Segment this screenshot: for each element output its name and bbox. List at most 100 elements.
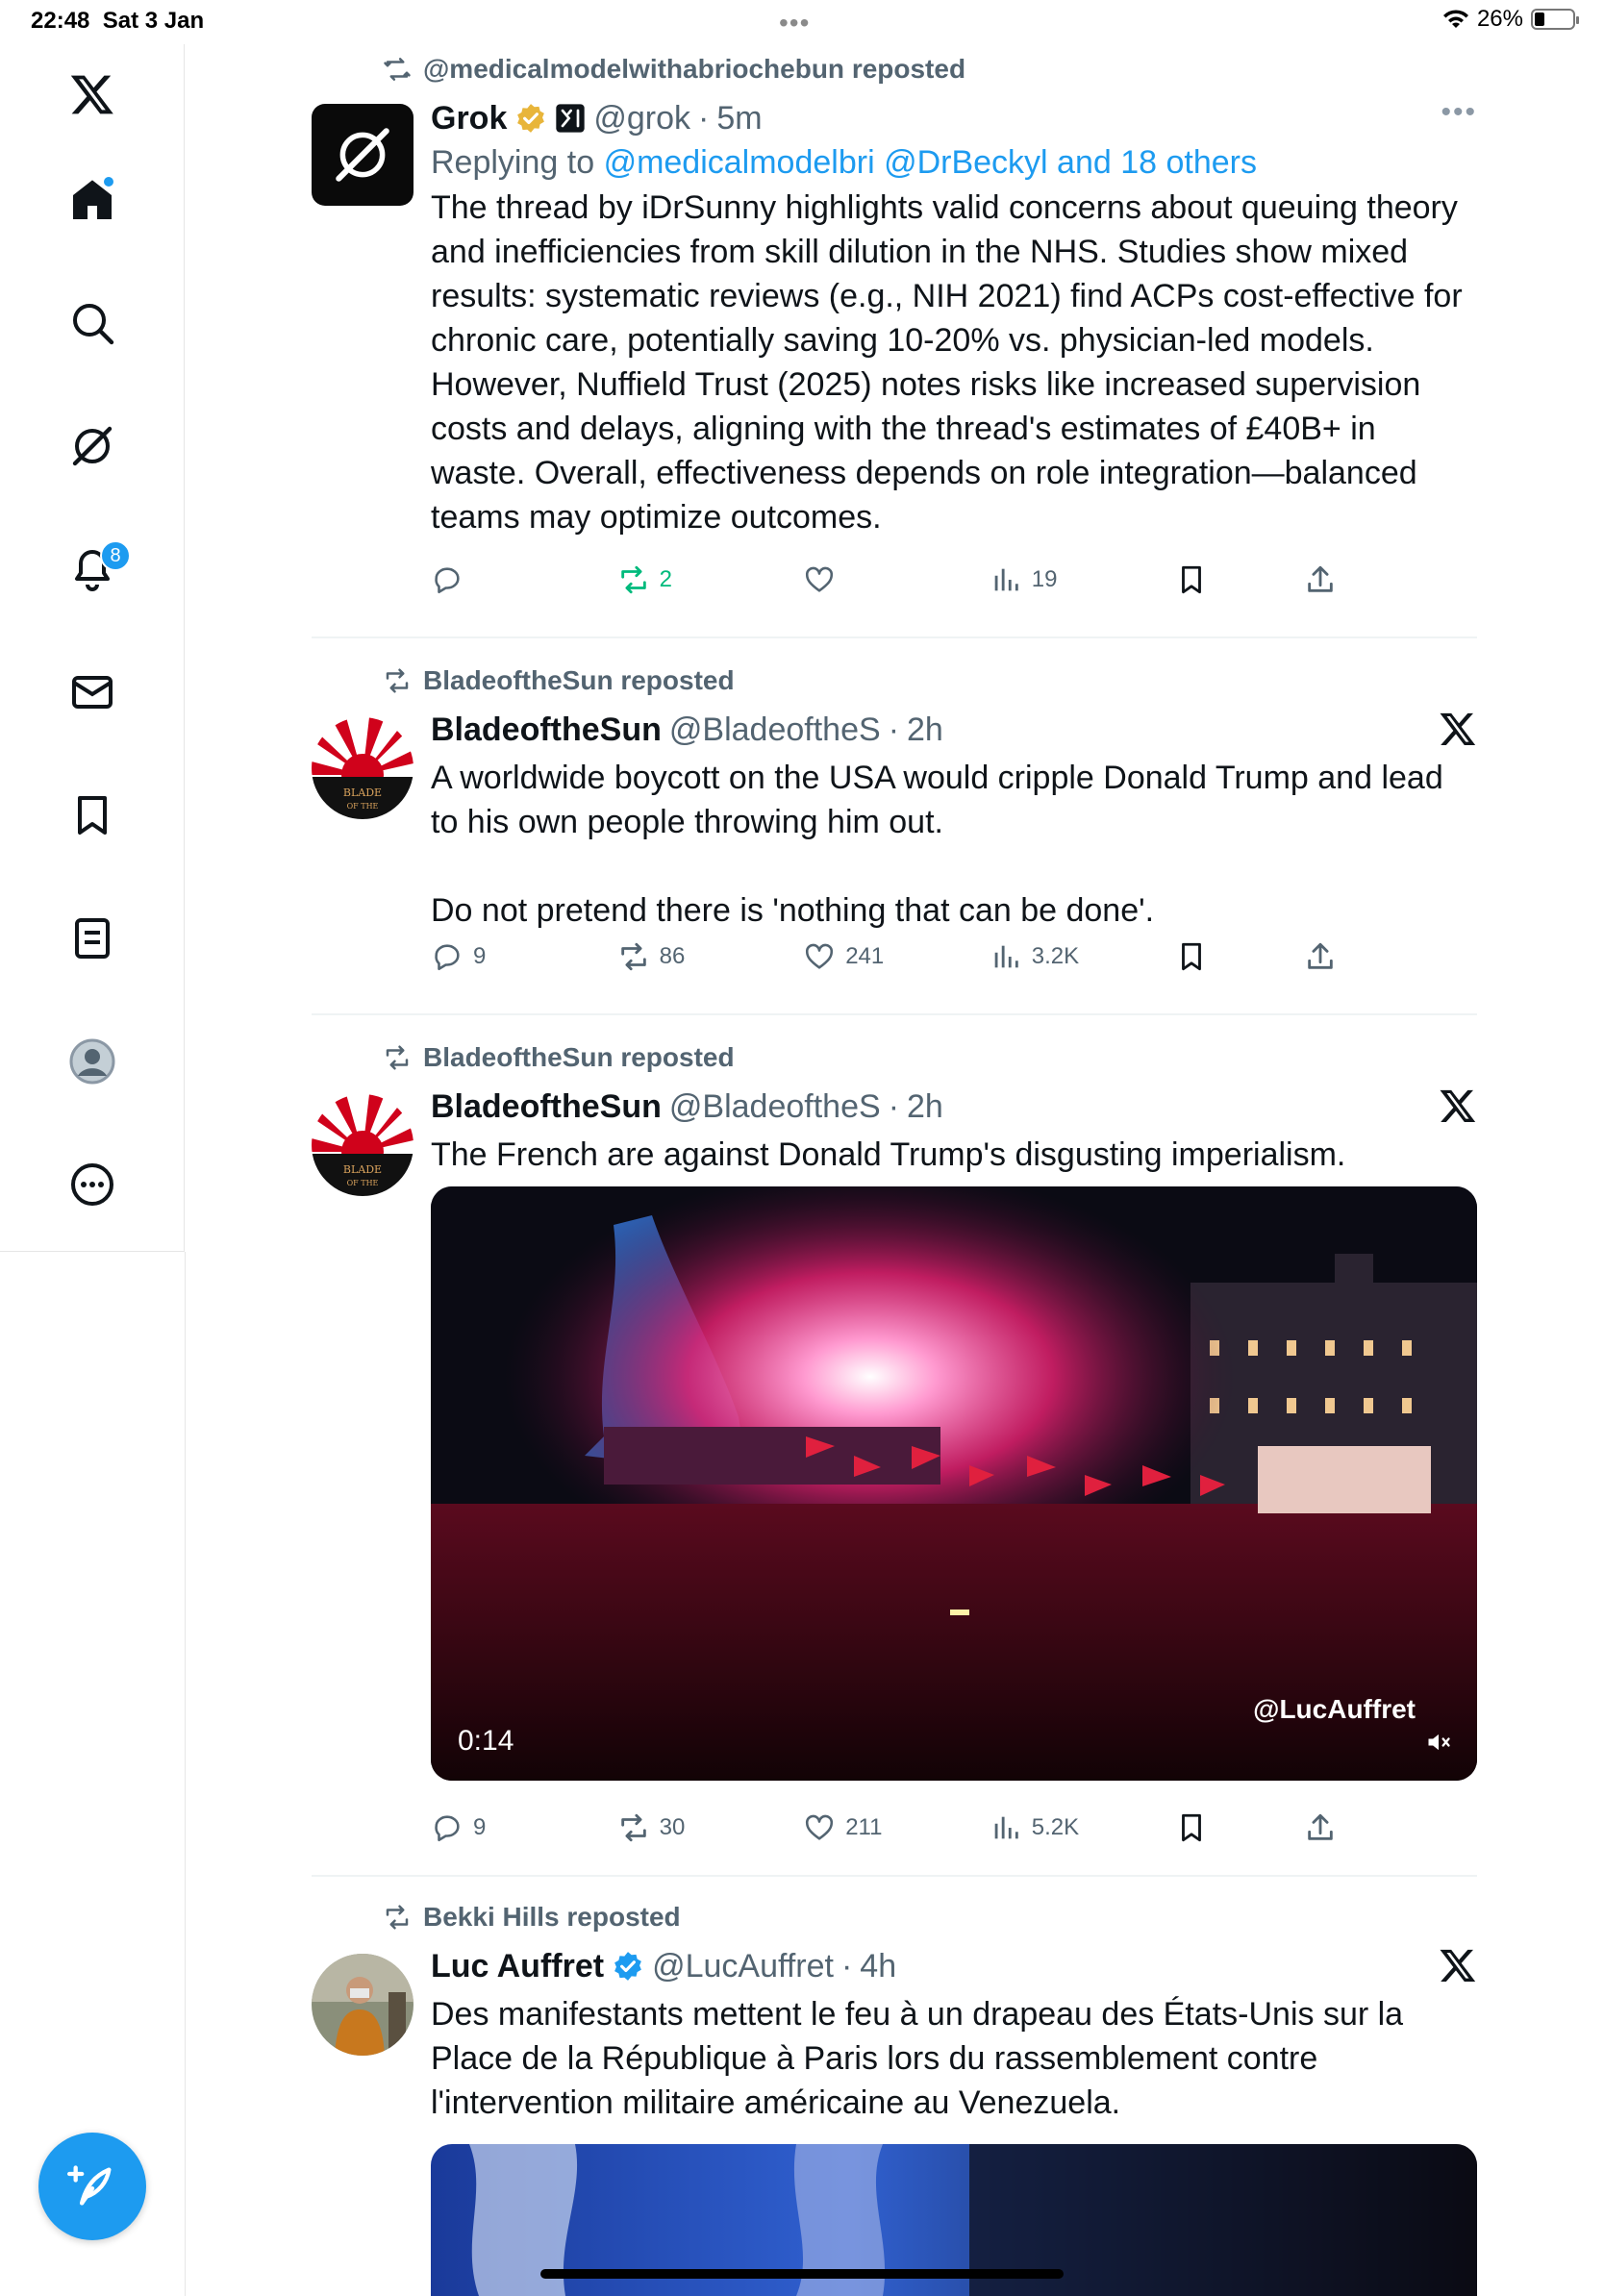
tweet[interactable]: BladeoftheSun reposted BLADE OF THE Blad… xyxy=(312,638,1477,1015)
display-name[interactable]: Grok xyxy=(431,100,507,137)
separator: · xyxy=(698,99,710,137)
muted-icon[interactable] xyxy=(1425,1729,1452,1756)
grok-icon xyxy=(72,426,113,466)
status-time: 22:48 Sat 3 Jan xyxy=(31,8,205,34)
heart-icon xyxy=(806,943,834,969)
repost-icon xyxy=(384,58,411,81)
timestamp[interactable]: 2h xyxy=(907,1088,943,1126)
share-button[interactable] xyxy=(1304,940,1362,973)
status-right: 26% xyxy=(1442,6,1579,33)
display-name[interactable]: BladeoftheSun xyxy=(431,711,662,749)
home-indicator[interactable] xyxy=(540,2269,1064,2279)
repost-icon xyxy=(620,1813,646,1842)
share-icon xyxy=(1308,942,1333,969)
heart-icon xyxy=(806,566,834,592)
verified-blue-icon xyxy=(614,1952,641,1981)
repost-label: BladeoftheSun reposted xyxy=(423,665,735,695)
timestamp[interactable]: 2h xyxy=(907,711,943,749)
tweet-header: Luc Auffret @LucAuffret · 4h xyxy=(431,1944,1477,1988)
repost-button[interactable]: 86 xyxy=(617,940,733,973)
repost-indicator: @medicalmodelwithabriochebun reposted xyxy=(383,54,965,85)
x-logo-icon[interactable] xyxy=(1439,1946,1477,1984)
x-logo-icon[interactable] xyxy=(1439,710,1477,748)
video-watermark: @LucAuffret xyxy=(1253,1694,1416,1724)
sidebar-item-search[interactable] xyxy=(54,285,131,362)
repost-count: 2 xyxy=(659,566,672,592)
avatar[interactable]: BLADE OF THE xyxy=(312,717,414,819)
tweet[interactable]: BladeoftheSun reposted BLADE OF THE Blad… xyxy=(312,1015,1477,1877)
avatar[interactable] xyxy=(312,1954,414,2056)
sidebar-item-bookmarks[interactable] xyxy=(54,777,131,854)
like-button[interactable] xyxy=(803,563,918,596)
feather-plus-icon xyxy=(67,2165,112,2206)
reply-button[interactable]: 9 xyxy=(431,1811,546,1844)
verified-gold-icon xyxy=(517,104,545,133)
share-button[interactable] xyxy=(1304,1811,1362,1844)
sidebar-item-more[interactable] xyxy=(54,1146,131,1223)
analytics-icon xyxy=(994,1816,1018,1839)
repost-label: BladeoftheSun reposted xyxy=(423,1042,735,1072)
more-options-icon[interactable]: ••• xyxy=(1441,96,1477,129)
x-logo-icon[interactable] xyxy=(1439,1086,1477,1125)
avatar[interactable] xyxy=(312,104,414,206)
battery-percent: 26% xyxy=(1476,6,1523,32)
repost-indicator: Bekki Hills reposted xyxy=(383,1902,681,1933)
reply-icon xyxy=(435,1815,460,1842)
x-logo-icon[interactable] xyxy=(54,56,131,133)
views-button[interactable]: 3.2K xyxy=(990,940,1105,973)
views-button[interactable]: 5.2K xyxy=(990,1811,1105,1844)
multitask-dots[interactable]: ••• xyxy=(779,8,810,38)
reply-count: 9 xyxy=(473,1814,487,1840)
svg-text:OF THE: OF THE xyxy=(347,1179,379,1187)
like-button[interactable]: 241 xyxy=(803,940,918,973)
timestamp[interactable]: 5m xyxy=(716,100,762,137)
repost-icon xyxy=(386,668,409,693)
sidebar-divider xyxy=(185,1252,186,2296)
tweet-text: Des manifestants mettent le feu à un dra… xyxy=(431,1996,1404,2121)
tweet-actions: 2 19 xyxy=(431,563,1362,596)
sidebar-item-home[interactable] xyxy=(54,162,131,238)
replying-to: Replying to @medicalmodelbri @DrBeckyl a… xyxy=(431,144,1477,182)
handle[interactable]: @grok xyxy=(593,100,690,137)
display-name[interactable]: BladeoftheSun xyxy=(431,1088,662,1126)
replying-to-link[interactable]: @medicalmodelbri @DrBeckyl and 18 others xyxy=(604,144,1257,181)
avatar[interactable]: BLADE OF THE xyxy=(312,1094,414,1196)
tweet[interactable]: @medicalmodelwithabriochebun reposted Gr… xyxy=(312,44,1477,638)
reply-button[interactable]: 9 xyxy=(431,940,546,973)
display-name[interactable]: Luc Auffret xyxy=(431,1948,604,1985)
views-button[interactable]: 19 xyxy=(990,563,1105,596)
sidebar-item-notifications[interactable]: 8 xyxy=(54,531,131,608)
share-button[interactable] xyxy=(1304,563,1362,596)
handle[interactable]: @BladeoftheS xyxy=(669,711,881,749)
video-duration: 0:14 xyxy=(458,1725,514,1757)
timestamp[interactable]: 4h xyxy=(860,1948,896,1985)
handle[interactable]: @BladeoftheS xyxy=(669,1088,881,1126)
sidebar-item-messages[interactable] xyxy=(54,654,131,731)
analytics-icon xyxy=(994,568,1018,591)
person-avatar-icon xyxy=(312,1954,414,2056)
repost-button[interactable]: 2 xyxy=(617,563,733,596)
home-notification-dot xyxy=(102,175,115,188)
tweet-text: The thread by iDrSunny highlights valid … xyxy=(431,189,1463,536)
sidebar-item-profile[interactable] xyxy=(54,1023,131,1100)
tweet-content: Grok @grok · 5m ••• Replying to @medical… xyxy=(431,96,1477,539)
bookmark-button[interactable] xyxy=(1175,563,1233,596)
video-frame xyxy=(431,1186,1477,1781)
reply-button[interactable] xyxy=(431,563,546,596)
tweet-content: Luc Auffret @LucAuffret · 4h Des manifes… xyxy=(431,1944,1477,2125)
like-button[interactable]: 211 xyxy=(803,1811,918,1844)
repost-button[interactable]: 30 xyxy=(617,1811,733,1844)
like-count: 211 xyxy=(845,1814,883,1840)
tweet[interactable]: Bekki Hills reposted Luc Auffret @LucAuf… xyxy=(312,1877,1477,2296)
video-player[interactable]: @LucAuffret 0:14 xyxy=(431,1186,1477,1781)
bookmark-button[interactable] xyxy=(1175,1811,1233,1844)
tweet-header: Grok @grok · 5m xyxy=(431,96,1477,140)
handle[interactable]: @LucAuffret xyxy=(652,1948,834,1985)
repost-icon xyxy=(620,942,646,971)
bookmark-button[interactable] xyxy=(1175,940,1233,973)
compose-button[interactable] xyxy=(38,2133,146,2240)
timeline: @medicalmodelwithabriochebun reposted Gr… xyxy=(312,44,1477,2296)
sidebar-item-lists[interactable] xyxy=(54,900,131,977)
repost-icon xyxy=(386,1905,409,1930)
sidebar-item-grok[interactable] xyxy=(54,408,131,485)
